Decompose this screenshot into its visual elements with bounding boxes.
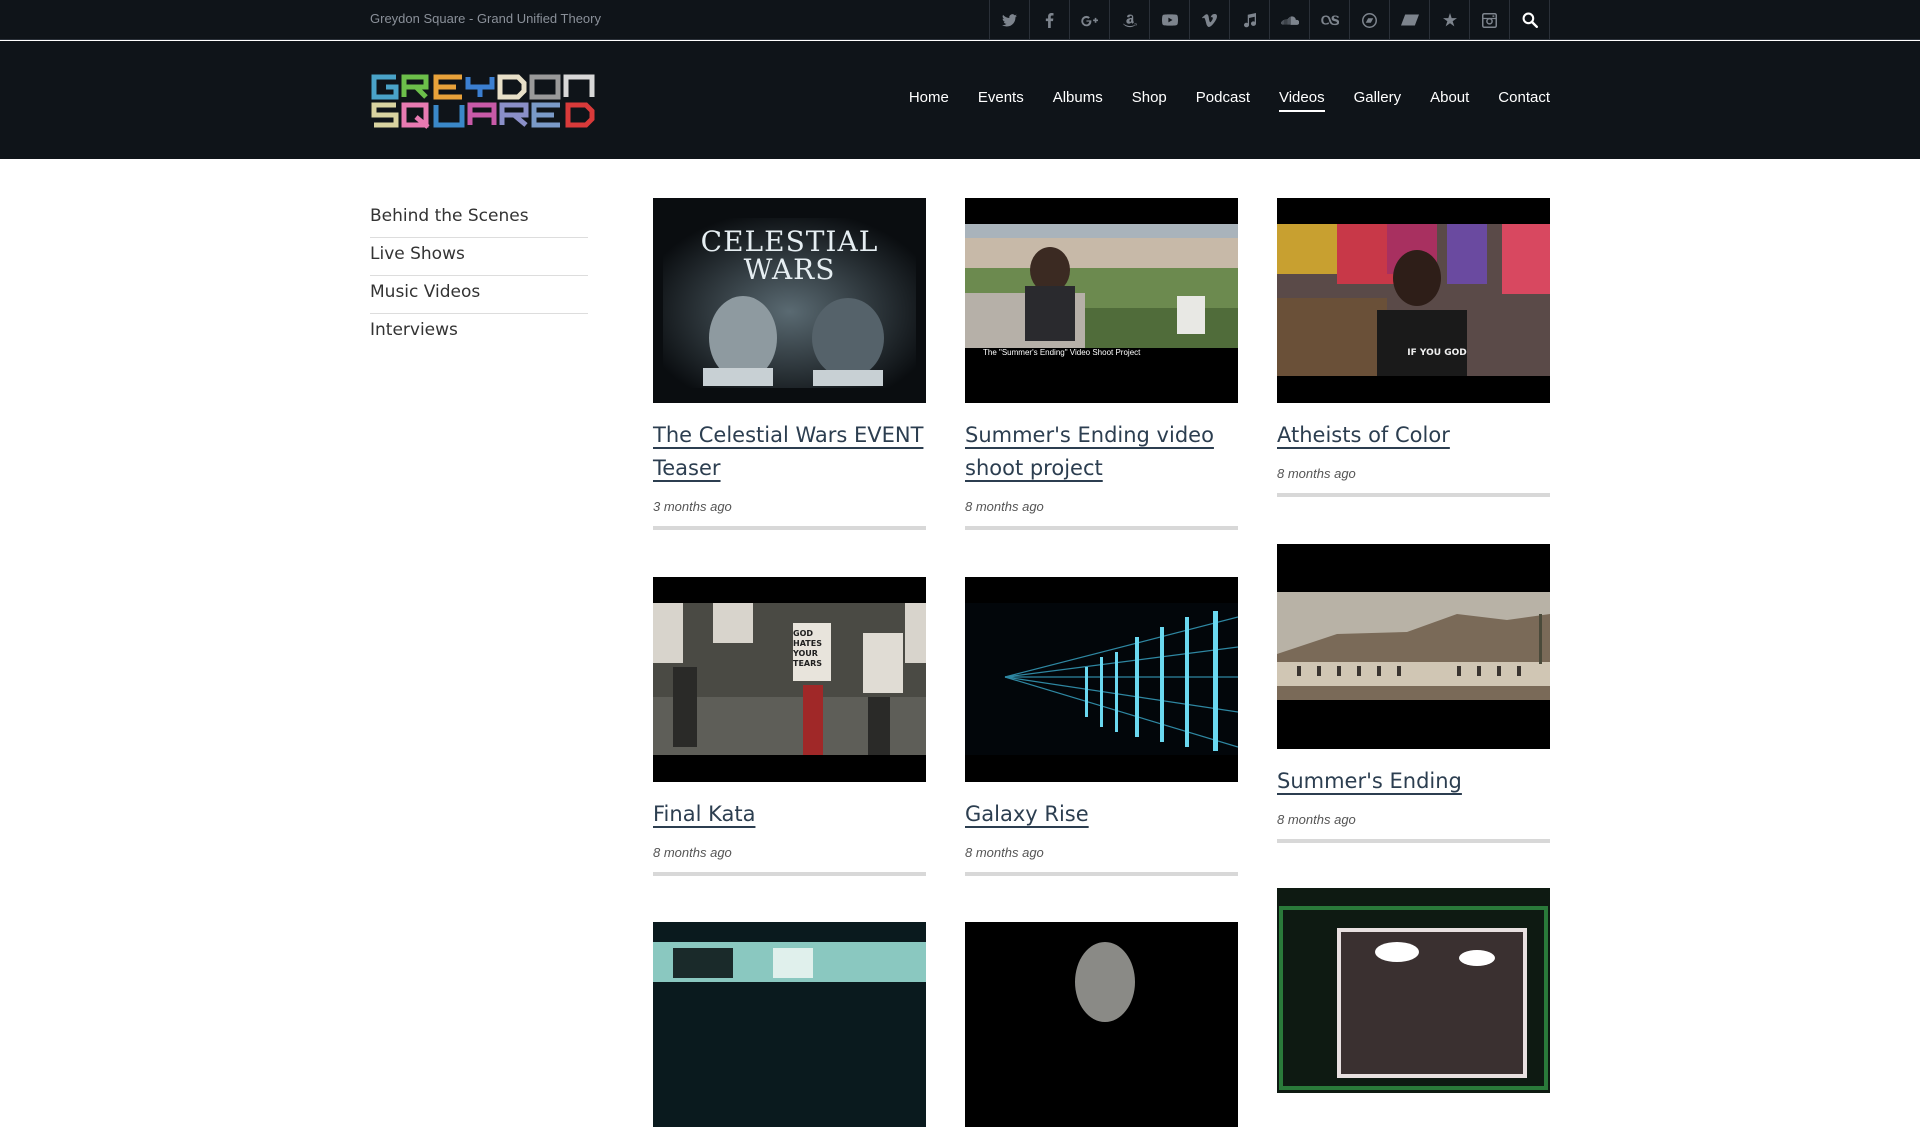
nav-contact[interactable]: Contact xyxy=(1498,89,1550,112)
video-title-link[interactable]: Summer's Ending video shoot project xyxy=(965,423,1214,480)
thumbnail-caption: GOD HATES YOUR TEARS xyxy=(793,629,823,668)
nav-home[interactable]: Home xyxy=(909,89,949,112)
reverbnation-icon[interactable] xyxy=(1430,0,1470,40)
amazon-icon[interactable] xyxy=(1110,0,1150,40)
video-thumbnail[interactable]: GOD HATES YOUR TEARS xyxy=(653,577,926,782)
thumbnail-caption: IF YOU GOD xyxy=(1407,348,1467,358)
myspace-icon[interactable] xyxy=(1390,0,1430,40)
video-title-link[interactable]: Atheists of Color xyxy=(1277,423,1450,447)
instagram-icon[interactable] xyxy=(1470,0,1510,40)
video-card: Galaxy Rise 8 months ago xyxy=(965,577,1238,876)
video-thumbnail[interactable]: The "Summer's Ending" Video Shoot Projec… xyxy=(965,198,1238,403)
social-links xyxy=(989,0,1550,40)
video-thumbnail[interactable]: CELESTIAL WARS xyxy=(653,198,926,403)
video-card xyxy=(1277,888,1550,1093)
category-behind-the-scenes[interactable]: Behind the Scenes xyxy=(370,200,588,238)
youtube-icon[interactable] xyxy=(1150,0,1190,40)
soundcloud-icon[interactable] xyxy=(1270,0,1310,40)
video-date: 8 months ago xyxy=(1277,466,1356,481)
main-nav: Home Events Albums Shop Podcast Videos G… xyxy=(909,89,1550,112)
video-card xyxy=(653,922,926,1127)
vimeo-icon[interactable] xyxy=(1190,0,1230,40)
card-divider xyxy=(653,526,926,530)
video-thumbnail[interactable] xyxy=(1277,888,1550,1093)
video-card: IF YOU GOD Atheists of Color 8 months ag… xyxy=(1277,198,1550,497)
site-logo[interactable] xyxy=(370,73,612,129)
facebook-icon[interactable] xyxy=(1030,0,1070,40)
video-thumbnail[interactable] xyxy=(1277,544,1550,749)
card-divider xyxy=(965,526,1238,530)
video-card: The "Summer's Ending" Video Shoot Projec… xyxy=(965,198,1238,530)
site-tagline: Greydon Square - Grand Unified Theory xyxy=(370,11,601,26)
video-title-link[interactable]: The Celestial Wars EVENT Teaser xyxy=(653,423,923,480)
video-title-link[interactable]: Final Kata xyxy=(653,802,755,826)
google-plus-icon[interactable] xyxy=(1070,0,1110,40)
category-live-shows[interactable]: Live Shows xyxy=(370,238,588,276)
card-divider xyxy=(1277,839,1550,843)
card-divider xyxy=(653,872,926,876)
card-divider xyxy=(1277,493,1550,497)
video-category-sidebar: Behind the Scenes Live Shows Music Video… xyxy=(370,200,588,352)
video-date: 8 months ago xyxy=(1277,812,1356,827)
video-thumbnail[interactable]: IF YOU GOD xyxy=(1277,198,1550,403)
video-thumbnail[interactable] xyxy=(965,577,1238,782)
nav-videos[interactable]: Videos xyxy=(1278,89,1325,112)
thumbnail-caption: The "Summer's Ending" Video Shoot Projec… xyxy=(983,348,1141,357)
card-divider xyxy=(965,872,1238,876)
video-date: 3 months ago xyxy=(653,499,732,514)
top-bar: Greydon Square - Grand Unified Theory xyxy=(0,0,1920,40)
category-music-videos[interactable]: Music Videos xyxy=(370,276,588,314)
twitter-icon[interactable] xyxy=(990,0,1030,40)
nav-albums[interactable]: Albums xyxy=(1053,89,1103,112)
video-card: GOD HATES YOUR TEARS Final Kata 8 months… xyxy=(653,577,926,876)
nav-events[interactable]: Events xyxy=(978,89,1024,112)
nav-podcast[interactable]: Podcast xyxy=(1196,89,1250,112)
nav-about[interactable]: About xyxy=(1430,89,1469,112)
site-header: Home Events Albums Shop Podcast Videos G… xyxy=(0,41,1920,159)
video-date: 8 months ago xyxy=(653,845,732,860)
nav-shop[interactable]: Shop xyxy=(1132,89,1167,112)
bandcamp-icon[interactable] xyxy=(1350,0,1390,40)
video-date: 8 months ago xyxy=(965,845,1044,860)
video-card xyxy=(965,922,1238,1127)
thumbnail-caption: CELESTIAL WARS xyxy=(700,225,879,286)
video-title-link[interactable]: Galaxy Rise xyxy=(965,802,1089,826)
video-thumbnail[interactable] xyxy=(653,922,926,1127)
video-thumbnail[interactable] xyxy=(965,922,1238,1127)
itunes-icon[interactable] xyxy=(1230,0,1270,40)
nav-gallery[interactable]: Gallery xyxy=(1354,89,1402,112)
search-icon[interactable] xyxy=(1510,0,1550,40)
video-card: Summer's Ending 8 months ago xyxy=(1277,544,1550,843)
lastfm-icon[interactable] xyxy=(1310,0,1350,40)
category-interviews[interactable]: Interviews xyxy=(370,314,588,352)
video-card: CELESTIAL WARS The Celestial Wars EVENT … xyxy=(653,198,926,530)
video-date: 8 months ago xyxy=(965,499,1044,514)
video-title-link[interactable]: Summer's Ending xyxy=(1277,769,1462,793)
